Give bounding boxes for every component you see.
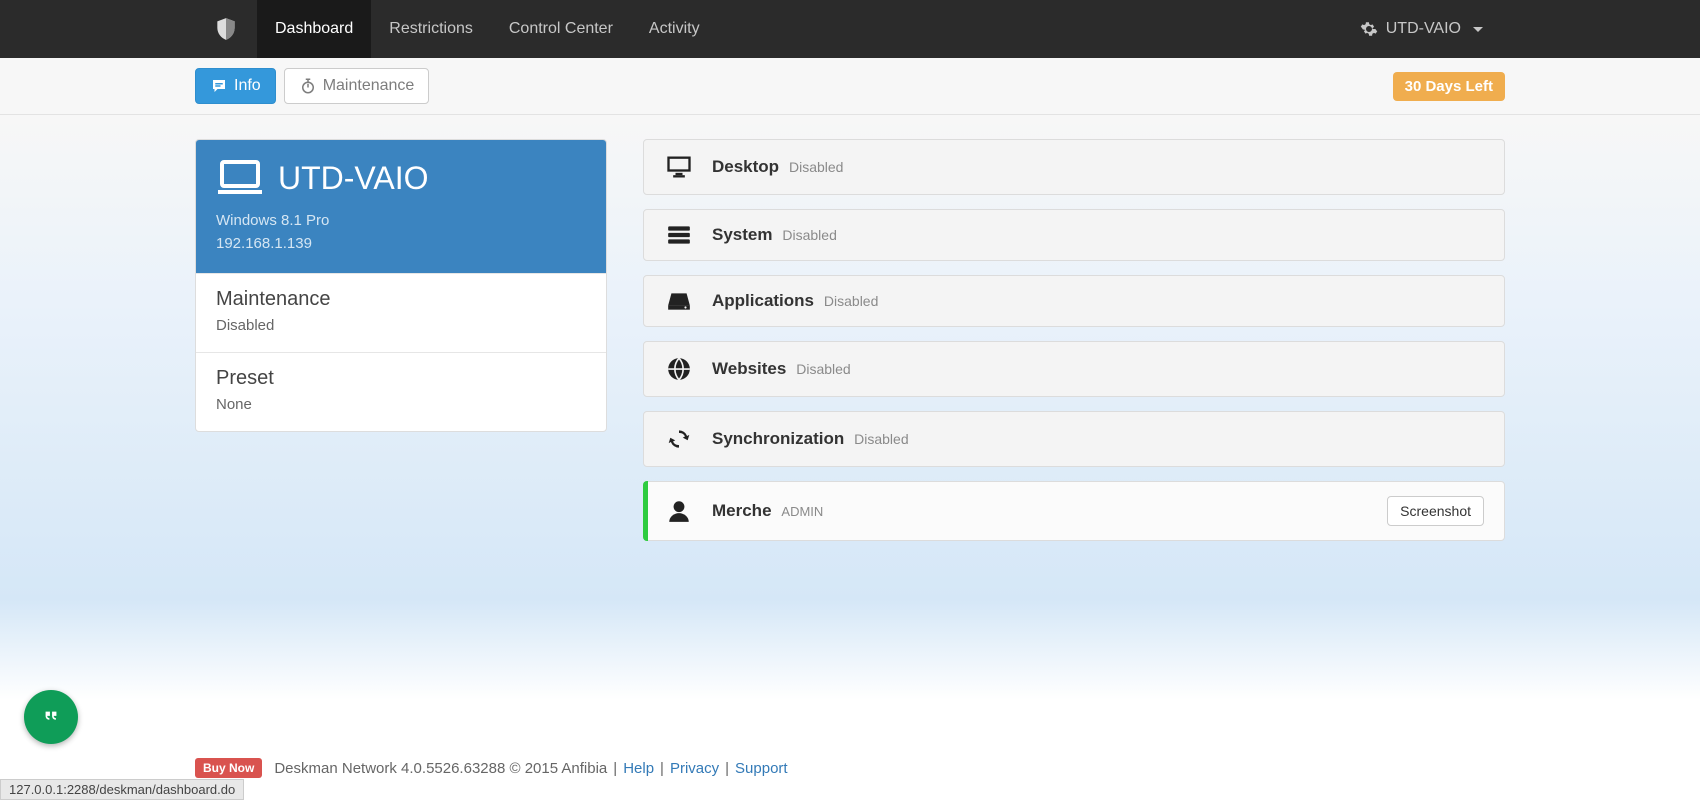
info-speech-icon xyxy=(210,77,228,95)
quote-icon xyxy=(38,704,64,730)
panel-status: Disabled xyxy=(824,293,878,309)
maintenance-tab-button[interactable]: Maintenance xyxy=(284,68,430,104)
nav-dashboard[interactable]: Dashboard xyxy=(257,0,371,58)
browser-status-bar: 127.0.0.1:2288/deskman/dashboard.do xyxy=(0,779,244,800)
panel-status: Disabled xyxy=(796,361,850,377)
panel-applications[interactable]: Applications Disabled xyxy=(643,275,1505,327)
panel-title: Desktop xyxy=(712,157,779,176)
drive-icon xyxy=(664,290,694,312)
caret-down-icon xyxy=(1473,27,1483,32)
panel-system[interactable]: System Disabled xyxy=(643,209,1505,261)
info-tab-button[interactable]: Info xyxy=(195,68,276,104)
panel-status: Disabled xyxy=(782,227,836,243)
nav-user-menu[interactable]: UTD-VAIO xyxy=(1338,0,1505,58)
laptop-icon xyxy=(216,158,264,198)
preset-value: None xyxy=(216,396,586,413)
monitor-icon xyxy=(664,154,694,180)
device-name: UTD-VAIO xyxy=(278,160,429,197)
server-icon xyxy=(664,224,694,246)
maintenance-value: Disabled xyxy=(216,317,586,334)
panel-status: Disabled xyxy=(854,431,908,447)
nav-control-center[interactable]: Control Center xyxy=(491,0,631,58)
nav-user-label: UTD-VAIO xyxy=(1386,20,1461,38)
device-card-header: UTD-VAIO Windows 8.1 Pro 192.168.1.139 xyxy=(196,140,606,273)
main-container: UTD-VAIO Windows 8.1 Pro 192.168.1.139 M… xyxy=(195,115,1505,555)
globe-icon xyxy=(664,356,694,382)
user-name: Merche xyxy=(712,501,772,520)
buy-now-badge[interactable]: Buy Now xyxy=(195,758,262,778)
sync-icon xyxy=(664,426,694,452)
panel-websites[interactable]: Websites Disabled xyxy=(643,341,1505,397)
brand-logo xyxy=(195,0,257,58)
nav-restrictions[interactable]: Restrictions xyxy=(371,0,491,58)
preset-row[interactable]: Preset None xyxy=(196,352,606,431)
panel-status: Disabled xyxy=(789,159,843,175)
panel-synchronization[interactable]: Synchronization Disabled xyxy=(643,411,1505,467)
product-info: Deskman Network 4.0.5526.63288 © 2015 An… xyxy=(274,760,607,777)
screenshot-button[interactable]: Screenshot xyxy=(1387,496,1484,526)
nav-activity[interactable]: Activity xyxy=(631,0,718,58)
user-role: ADMIN xyxy=(781,504,823,519)
preset-label: Preset xyxy=(216,367,586,390)
panel-title: System xyxy=(712,225,772,244)
panel-title: Applications xyxy=(712,291,814,310)
top-navbar: Dashboard Restrictions Control Center Ac… xyxy=(0,0,1700,58)
device-os: Windows 8.1 Pro xyxy=(216,210,586,233)
help-link[interactable]: Help xyxy=(623,760,654,777)
subbar: Info Maintenance 30 Days Left xyxy=(0,58,1700,115)
support-link[interactable]: Support xyxy=(735,760,788,777)
maintenance-row[interactable]: Maintenance Disabled xyxy=(196,273,606,352)
panel-user[interactable]: Merche ADMIN Screenshot xyxy=(643,481,1505,541)
panel-title: Synchronization xyxy=(712,429,844,448)
gear-icon xyxy=(1360,20,1378,38)
stopwatch-icon xyxy=(299,77,317,95)
device-ip: 192.168.1.139 xyxy=(216,233,586,256)
footer: Buy Now Deskman Network 4.0.5526.63288 ©… xyxy=(0,758,1700,778)
shield-icon xyxy=(213,16,239,42)
user-icon xyxy=(664,498,694,524)
device-card: UTD-VAIO Windows 8.1 Pro 192.168.1.139 M… xyxy=(195,139,607,432)
hangouts-fab[interactable] xyxy=(24,690,78,744)
privacy-link[interactable]: Privacy xyxy=(670,760,719,777)
panel-desktop[interactable]: Desktop Disabled xyxy=(643,139,1505,195)
maintenance-label: Maintenance xyxy=(216,288,586,311)
trial-days-badge: 30 Days Left xyxy=(1393,72,1505,101)
maintenance-tab-label: Maintenance xyxy=(323,77,415,95)
info-tab-label: Info xyxy=(234,77,261,95)
panel-title: Websites xyxy=(712,359,786,378)
